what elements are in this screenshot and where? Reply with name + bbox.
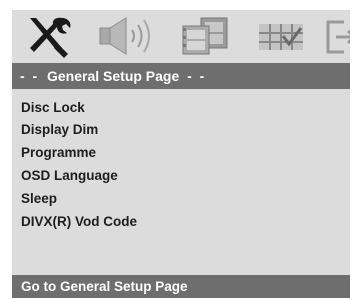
title-dashes-left: - - [20,68,40,84]
speaker-icon[interactable] [96,14,156,58]
menu-item-divx-vod-code[interactable]: DIVX(R) Vod Code [21,211,137,233]
setup-menu-screen: - - General Setup Page - - Disc Lock Dis… [12,10,350,298]
menu-item-disc-lock[interactable]: Disc Lock [21,97,85,119]
menu-item-display-dim[interactable]: Display Dim [21,119,98,141]
status-text: Go to General Setup Page [21,279,188,294]
film-icon[interactable] [177,14,233,58]
menu-item-sleep[interactable]: Sleep [21,188,57,210]
menu-item-osd-language[interactable]: OSD Language [21,165,118,187]
status-bar: Go to General Setup Page [12,275,350,298]
menu-item-programme[interactable]: Programme [21,142,96,164]
tools-icon[interactable] [22,14,74,58]
page-title-text: General Setup Page [47,68,180,84]
title-dashes-right: - - [187,68,207,84]
setup-tab-bar [12,10,350,62]
page-title-bar: - - General Setup Page - - [12,63,350,89]
exit-icon[interactable] [324,14,350,58]
page-title: - - General Setup Page - - [20,63,206,89]
preferences-grid-icon[interactable] [255,14,307,58]
